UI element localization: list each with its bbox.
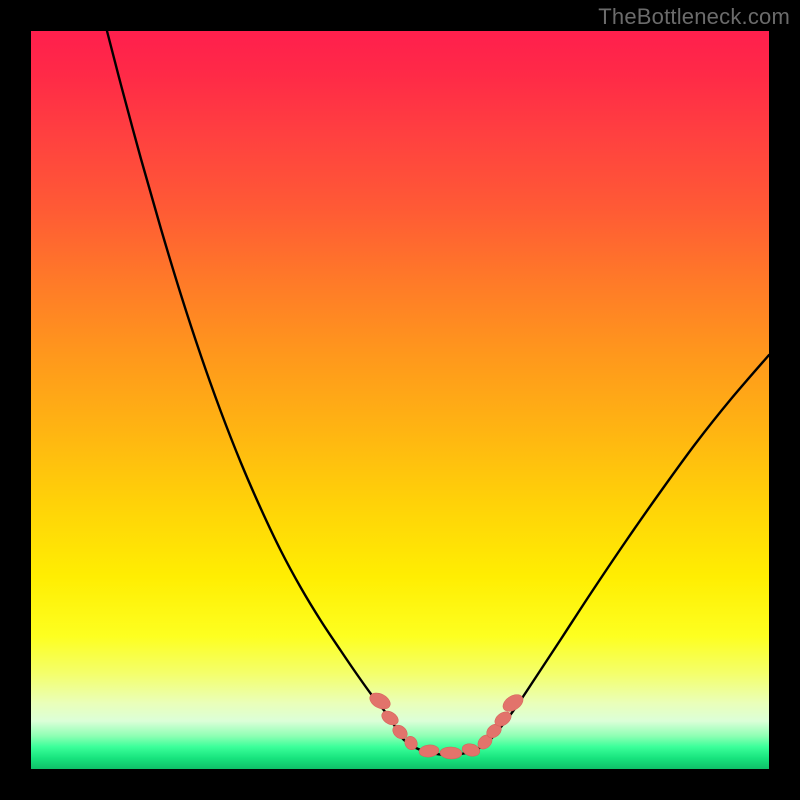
valley-marker bbox=[418, 744, 439, 758]
valley-marker bbox=[440, 747, 462, 760]
watermark-text: TheBottleneck.com bbox=[598, 4, 790, 30]
curve-path bbox=[107, 31, 769, 755]
bottleneck-curve bbox=[31, 31, 769, 769]
plot-area bbox=[31, 31, 769, 769]
outer-frame: TheBottleneck.com bbox=[0, 0, 800, 800]
